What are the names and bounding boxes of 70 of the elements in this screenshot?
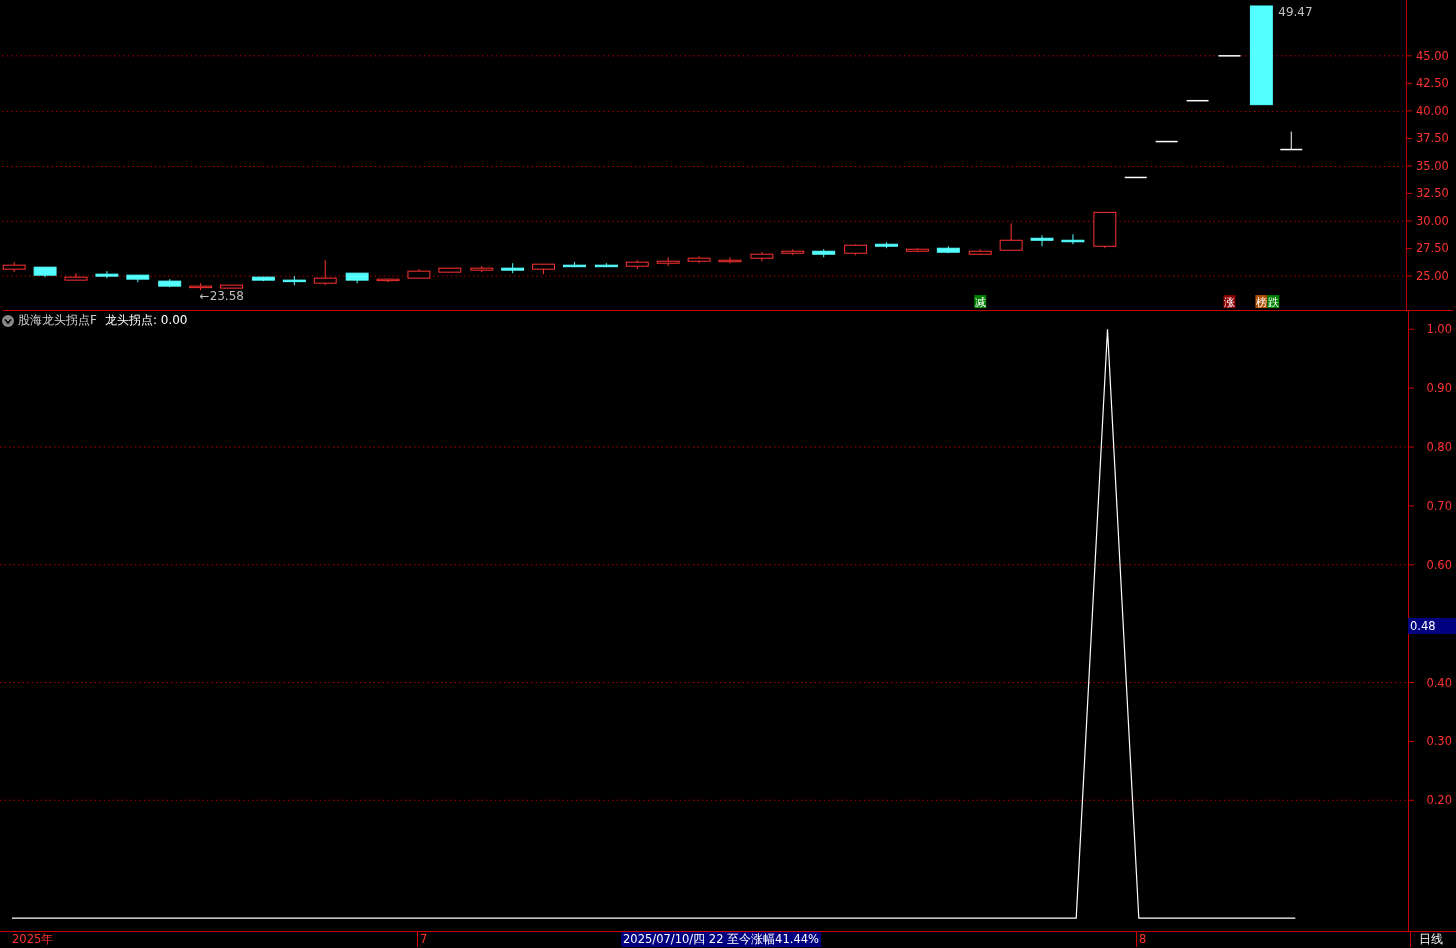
candlestick bbox=[936, 245, 960, 254]
candlestick bbox=[33, 266, 57, 278]
cursor-value-tag: 0.48 bbox=[1408, 618, 1456, 635]
candlestick bbox=[345, 272, 369, 284]
candlestick bbox=[1185, 99, 1210, 102]
signal-tag: 榜 bbox=[1255, 295, 1268, 310]
candlestick bbox=[844, 243, 868, 256]
indicator-axis-label: 0.40 bbox=[1426, 675, 1452, 690]
candlestick bbox=[532, 263, 556, 275]
candlestick bbox=[1030, 234, 1054, 247]
candlestick bbox=[812, 248, 836, 258]
candlestick bbox=[407, 268, 431, 279]
indicator-axis-label: 0.30 bbox=[1426, 734, 1452, 749]
indicator-axis-label: 0.90 bbox=[1426, 381, 1452, 396]
candlestick bbox=[1124, 176, 1148, 179]
month-label: 8 bbox=[1136, 932, 1147, 948]
low-price-label: ←23.58 bbox=[199, 289, 244, 304]
indicator-axis-label: 0.70 bbox=[1426, 498, 1452, 513]
candlestick bbox=[126, 274, 150, 283]
indicator-readout: 龙头拐点: 0.00 bbox=[104, 312, 188, 330]
signal-tag: 跌 bbox=[1267, 295, 1280, 310]
period-label[interactable]: 日线 bbox=[1410, 932, 1443, 948]
candlestick bbox=[1279, 131, 1303, 151]
candlestick bbox=[501, 262, 525, 274]
candlestick bbox=[64, 272, 88, 281]
candlestick bbox=[625, 259, 649, 270]
price-axis-label: 37.50 bbox=[1416, 131, 1449, 146]
indicator-axis-label: 1.00 bbox=[1426, 322, 1452, 337]
price-axis-label: 45.00 bbox=[1416, 48, 1449, 63]
candlestick bbox=[656, 256, 680, 267]
signal-tag: 涨 bbox=[1223, 295, 1236, 310]
price-axis-label: 40.00 bbox=[1416, 103, 1449, 118]
price-axis-label: 32.50 bbox=[1416, 186, 1449, 201]
price-axis-label: 42.50 bbox=[1416, 76, 1449, 91]
candlestick bbox=[438, 267, 462, 273]
candlestick bbox=[313, 259, 337, 286]
indicator-title: 股海龙头拐点F bbox=[18, 312, 97, 330]
candlestick bbox=[563, 261, 586, 268]
price-axis-label: 27.50 bbox=[1416, 241, 1449, 256]
candlestick bbox=[282, 275, 306, 286]
indicator-axis-label: 0.60 bbox=[1426, 557, 1452, 572]
candlestick bbox=[750, 251, 774, 262]
month-label: 7 bbox=[417, 932, 428, 948]
candlestick bbox=[1093, 211, 1117, 249]
candlestick bbox=[1061, 233, 1085, 245]
candlestick bbox=[687, 255, 711, 264]
indicator-axis-label: 0.80 bbox=[1426, 440, 1452, 455]
candlestick bbox=[251, 276, 275, 282]
price-axis-label: 30.00 bbox=[1416, 213, 1449, 228]
candlestick bbox=[470, 265, 494, 273]
candlestick bbox=[999, 222, 1023, 251]
candlestick bbox=[905, 247, 929, 253]
candlestick bbox=[1217, 55, 1242, 57]
candlestick bbox=[781, 248, 805, 256]
candlestick bbox=[1154, 140, 1179, 143]
high-price-label: 49.47 bbox=[1278, 4, 1313, 19]
indicator-axis-label: 0.20 bbox=[1426, 793, 1452, 808]
year-label: 2025年 bbox=[12, 932, 54, 948]
collapse-icon[interactable] bbox=[2, 314, 14, 327]
candlestick bbox=[594, 262, 618, 268]
candlestick bbox=[968, 248, 992, 256]
candlestick bbox=[875, 241, 898, 249]
cursor-date-info: 2025/07/10/四 22 至今涨幅41.44% bbox=[621, 932, 821, 948]
signal-tag: 减 bbox=[974, 295, 987, 310]
candlestick bbox=[158, 278, 182, 288]
candlestick bbox=[718, 256, 742, 264]
price-axis-label: 35.00 bbox=[1416, 158, 1449, 173]
price-axis-label: 25.00 bbox=[1416, 268, 1449, 283]
candlestick bbox=[220, 284, 243, 289]
candlestick bbox=[376, 278, 400, 283]
